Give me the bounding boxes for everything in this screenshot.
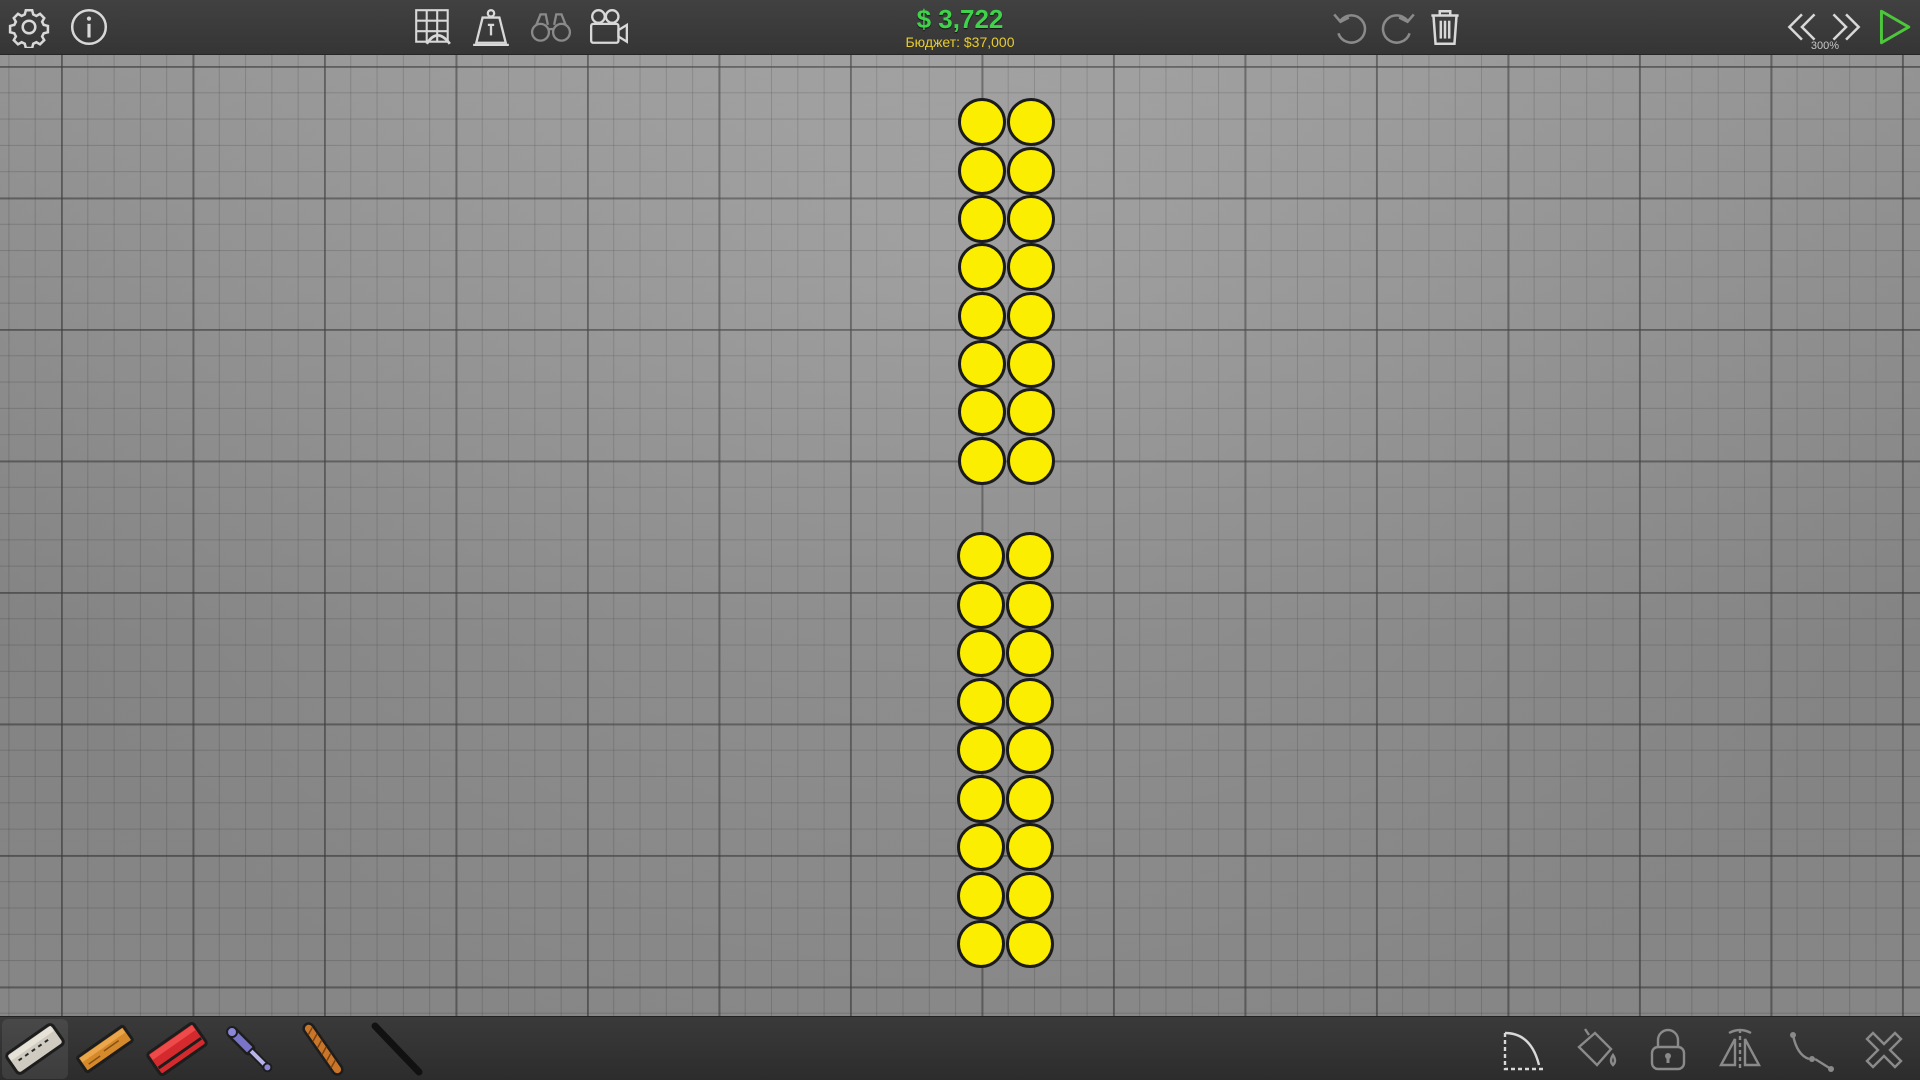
ball[interactable] [957, 726, 1005, 774]
trash-icon [1431, 9, 1459, 46]
ball[interactable] [958, 388, 1006, 436]
ball[interactable] [1006, 920, 1054, 968]
ball[interactable] [957, 920, 1005, 968]
blueprint-button[interactable] [410, 4, 456, 50]
split-joint-icon [1790, 1032, 1834, 1072]
top-toolbar: $ 3,722 Бюджет: $37,000 300% [0, 0, 1920, 55]
ball[interactable] [958, 195, 1006, 243]
build-grid[interactable] [0, 55, 1920, 1016]
ball[interactable] [1006, 532, 1054, 580]
ball[interactable] [958, 292, 1006, 340]
reinforced-road-material-icon [146, 1021, 208, 1077]
ball[interactable] [957, 872, 1005, 920]
arc-tool-icon [1503, 1031, 1543, 1071]
game-window: $ 3,722 Бюджет: $37,000 300% [0, 0, 1920, 1080]
undo-icon [1333, 13, 1367, 44]
ball[interactable] [957, 775, 1005, 823]
lock-icon [1650, 1028, 1686, 1071]
ball[interactable] [957, 581, 1005, 629]
weight-icon [473, 9, 509, 47]
ball[interactable] [1007, 340, 1055, 388]
play-icon [1879, 9, 1911, 45]
play-button[interactable] [1870, 4, 1916, 50]
grid-blueprint-icon [415, 9, 451, 45]
budget-label: Бюджет: $37,000 [905, 34, 1015, 50]
ball[interactable] [1006, 726, 1054, 774]
gear-icon [8, 8, 50, 48]
paint-button[interactable] [1568, 1023, 1624, 1077]
ball[interactable] [958, 437, 1006, 485]
material-hydraulic-button[interactable] [216, 1019, 282, 1079]
wood-material-icon [76, 1024, 134, 1074]
settings-button[interactable] [6, 4, 52, 50]
close-icon [1865, 1031, 1903, 1069]
ball[interactable] [1006, 581, 1054, 629]
load-test-button[interactable] [468, 4, 514, 50]
info-button[interactable] [66, 4, 112, 50]
steel-cable-material-icon [371, 1022, 423, 1076]
delete-all-button[interactable] [1422, 4, 1468, 50]
split-joint-button[interactable] [1784, 1023, 1840, 1077]
ball[interactable] [957, 678, 1005, 726]
current-cost: $ 3,722 [916, 4, 1004, 34]
ball[interactable] [1007, 195, 1055, 243]
ball[interactable] [1006, 629, 1054, 677]
road-material-icon [5, 1023, 65, 1075]
camera-icon [589, 9, 629, 44]
ball[interactable] [1007, 98, 1055, 146]
ball[interactable] [958, 340, 1006, 388]
ball[interactable] [1006, 823, 1054, 871]
camera-button[interactable] [586, 4, 632, 50]
material-reinforced-road-button[interactable] [144, 1019, 210, 1079]
material-steel-cable-button[interactable] [364, 1019, 430, 1079]
ball[interactable] [1007, 437, 1055, 485]
arc-tool-button[interactable] [1496, 1023, 1552, 1077]
ball[interactable] [1007, 388, 1055, 436]
ball[interactable] [957, 629, 1005, 677]
undo-button[interactable] [1328, 4, 1374, 50]
binoculars-button[interactable] [528, 4, 574, 50]
paint-bucket-icon [1577, 1028, 1617, 1067]
ball[interactable] [957, 532, 1005, 580]
hydraulic-material-icon [226, 1026, 273, 1073]
bottom-toolbar [0, 1016, 1920, 1080]
mirror-button[interactable] [1712, 1023, 1768, 1077]
ball[interactable] [1006, 678, 1054, 726]
cost-display: $ 3,722 Бюджет: $37,000 [860, 4, 1060, 50]
ball[interactable] [958, 98, 1006, 146]
lock-button[interactable] [1640, 1023, 1696, 1077]
ball[interactable] [1006, 872, 1054, 920]
redo-icon [1381, 13, 1415, 44]
ball[interactable] [958, 147, 1006, 195]
ball[interactable] [1007, 243, 1055, 291]
mirror-icon [1718, 1028, 1762, 1071]
ball[interactable] [957, 823, 1005, 871]
material-wood-button[interactable] [72, 1019, 138, 1079]
rope-material-icon [302, 1022, 344, 1076]
close-button[interactable] [1856, 1023, 1912, 1077]
ball[interactable] [1007, 147, 1055, 195]
material-road-button[interactable] [2, 1019, 68, 1079]
redo-button[interactable] [1374, 4, 1420, 50]
material-rope-button[interactable] [290, 1019, 356, 1079]
ball[interactable] [1007, 292, 1055, 340]
ball[interactable] [958, 243, 1006, 291]
info-icon [70, 8, 108, 46]
binoculars-icon [530, 13, 572, 42]
ball[interactable] [1006, 775, 1054, 823]
